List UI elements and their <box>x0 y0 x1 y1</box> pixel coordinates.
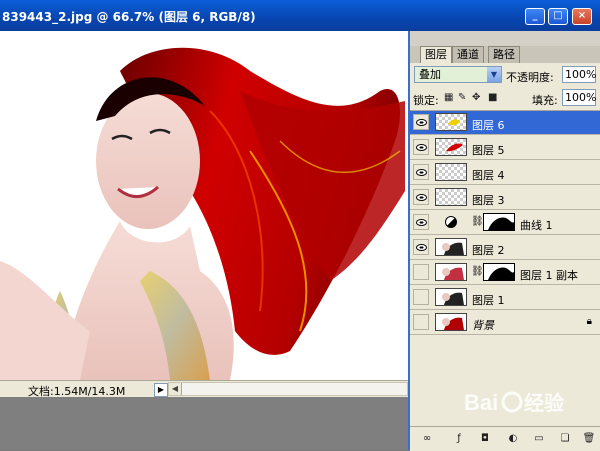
tab-paths[interactable]: 路径 <box>488 46 520 63</box>
chevron-down-icon[interactable]: ▼ <box>487 67 501 82</box>
visibility-toggle-icon[interactable] <box>413 264 429 280</box>
fill-input[interactable]: 100% <box>562 89 596 106</box>
visibility-eye-icon[interactable] <box>413 239 429 255</box>
lock-all-icon[interactable]: ■ <box>488 92 497 103</box>
layer-name: 图层 2 <box>472 244 505 257</box>
curves-adjustment-icon <box>445 216 457 228</box>
blend-mode-value: 叠加 <box>419 68 441 81</box>
visibility-eye-icon[interactable] <box>413 114 429 130</box>
watermark: Bai 经验 <box>462 382 582 422</box>
visibility-eye-icon[interactable] <box>413 139 429 155</box>
layer-name: 图层 3 <box>472 194 505 207</box>
tab-layers[interactable]: 图层 <box>420 46 452 63</box>
baidu-jingyan-watermark-logo: Bai 经验 <box>464 390 564 415</box>
visibility-eye-icon[interactable] <box>413 189 429 205</box>
layer-row-4[interactable]: 图层 4 <box>410 161 600 185</box>
layer-thumbnail <box>435 163 467 181</box>
layer-name: 曲线 1 <box>520 219 553 232</box>
layer-thumbnail <box>435 263 467 281</box>
opacity-input[interactable]: 100% <box>562 66 596 83</box>
status-menu-arrow-icon[interactable]: ▶ <box>154 383 168 397</box>
layer-name: 图层 6 <box>472 119 505 132</box>
lock-icon: 🔒︎ <box>586 316 592 327</box>
layer-thumbnail <box>435 288 467 306</box>
lock-transparency-icon[interactable]: ▦ <box>444 92 453 103</box>
tab-channels[interactable]: 通道 <box>452 46 484 63</box>
opacity-label: 不透明度: <box>506 71 554 84</box>
workspace-background <box>0 397 408 450</box>
chain-link-icon[interactable]: ⛓ <box>471 216 484 227</box>
layer-name: 图层 1 <box>472 294 505 307</box>
layer-name: 背景 <box>472 319 494 332</box>
horizontal-scrollbar[interactable]: ◀ <box>168 382 408 396</box>
layer-row-3[interactable]: 图层 3 <box>410 186 600 210</box>
layer-list: 图层 6 图层 5 图层 4 图层 3 ⛓ 曲线 1 图层 2 ⛓ 图层 1 副… <box>410 110 600 377</box>
layer-row-1[interactable]: 图层 1 <box>410 286 600 310</box>
photo-image <box>0 31 408 380</box>
adjustment-icon[interactable]: ◐ <box>506 432 520 446</box>
mask-icon[interactable]: ◘ <box>478 432 492 446</box>
maximize-button[interactable]: □ <box>548 8 568 25</box>
chain-link-icon[interactable]: ⛓ <box>471 266 484 277</box>
fx-icon[interactable]: ƒ <box>452 432 466 446</box>
visibility-toggle-icon[interactable] <box>413 289 429 305</box>
svg-text:Bai: Bai <box>464 390 498 415</box>
lock-label: 锁定: <box>413 94 439 107</box>
layers-panel-toolbar: ∞ ƒ ◘ ◐ ▭ ❏ 🗑︎ <box>410 426 600 451</box>
new-layer-icon[interactable]: ❏ <box>558 432 572 446</box>
layer-thumbnail <box>435 138 467 156</box>
trash-icon[interactable]: 🗑︎ <box>582 432 596 446</box>
layer-mask-thumbnail[interactable] <box>483 213 515 231</box>
layer-row-curves[interactable]: ⛓ 曲线 1 <box>410 211 600 235</box>
document-title: 839443_2.jpg @ 66.7% (图层 6, RGB/8) <box>2 10 256 24</box>
link-icon[interactable]: ∞ <box>420 432 434 446</box>
document-canvas[interactable] <box>0 31 408 380</box>
lock-paint-icon[interactable]: ✎ <box>458 92 466 103</box>
layer-row-5[interactable]: 图层 5 <box>410 136 600 160</box>
layer-thumbnail <box>435 313 467 331</box>
layer-thumbnail <box>435 188 467 206</box>
close-button[interactable]: × <box>572 8 592 25</box>
layer-row-6[interactable]: 图层 6 <box>410 111 600 135</box>
document-status-bar: 文档:1.54M/14.3M ▶ ◀ <box>0 380 408 398</box>
lock-row: 锁定: ▦ ✎ ✥ ■ 填充: 100% <box>410 87 600 109</box>
document-title-bar[interactable]: 839443_2.jpg @ 66.7% (图层 6, RGB/8) _ □ × <box>0 0 600 31</box>
blend-mode-select[interactable]: 叠加 ▼ <box>414 66 502 83</box>
fill-label: 填充: <box>532 94 558 107</box>
visibility-eye-icon[interactable] <box>413 214 429 230</box>
minimize-button[interactable]: _ <box>525 8 545 25</box>
visibility-toggle-icon[interactable] <box>413 314 429 330</box>
scroll-left-arrow-icon[interactable]: ◀ <box>169 383 182 395</box>
folder-icon[interactable]: ▭ <box>532 432 546 446</box>
layer-row-background[interactable]: 背景 🔒︎ <box>410 311 600 335</box>
visibility-eye-icon[interactable] <box>413 164 429 180</box>
layer-row-1-copy[interactable]: ⛓ 图层 1 副本 <box>410 261 600 285</box>
layer-thumbnail <box>435 238 467 256</box>
layer-mask-thumbnail[interactable] <box>483 263 515 281</box>
layer-thumbnail <box>435 113 467 131</box>
layer-name: 图层 4 <box>472 169 505 182</box>
layer-name: 图层 1 副本 <box>520 269 578 282</box>
layer-row-2[interactable]: 图层 2 <box>410 236 600 260</box>
panel-tab-bar: 图层 通道 路径 <box>410 46 600 63</box>
layer-name: 图层 5 <box>472 144 505 157</box>
svg-text:经验: 经验 <box>524 391 564 415</box>
lock-position-icon[interactable]: ✥ <box>472 92 480 103</box>
